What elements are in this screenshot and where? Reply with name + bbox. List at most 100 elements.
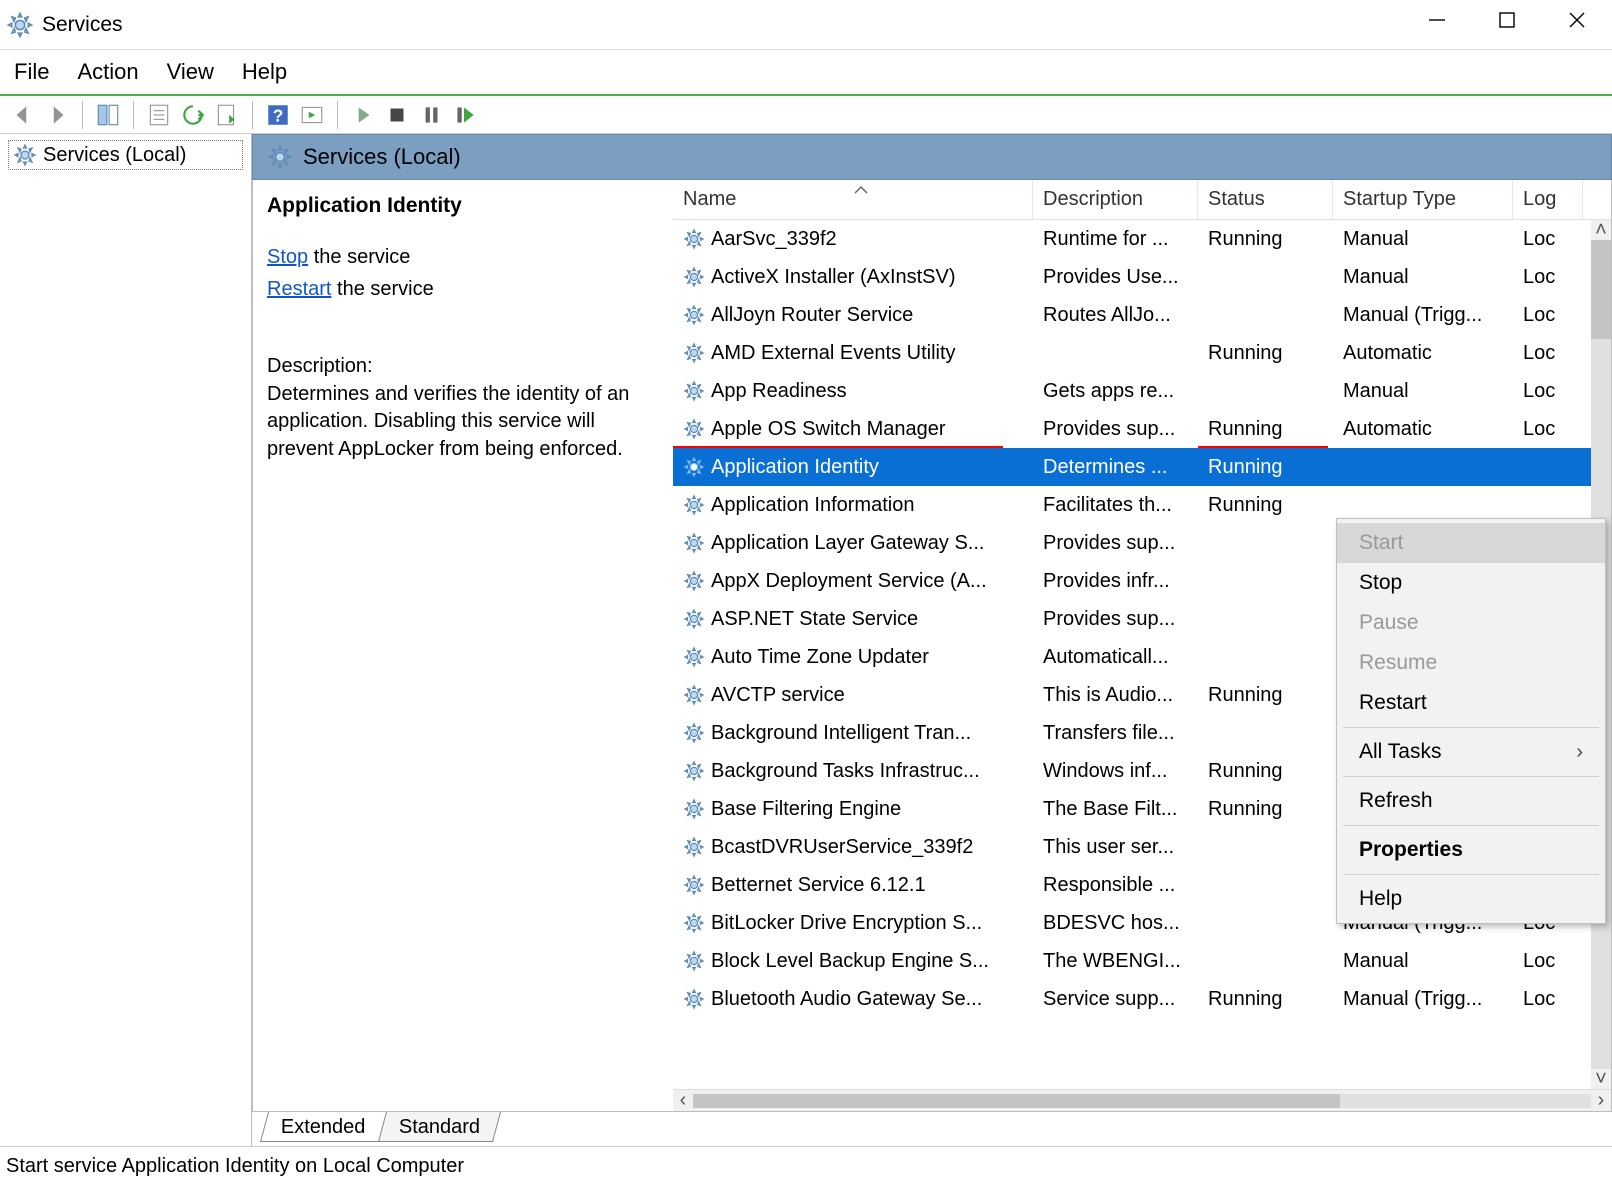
tab-extended[interactable]: Extended — [260, 1112, 387, 1142]
horizontal-scrollbar[interactable]: ‹ › — [673, 1089, 1611, 1111]
table-row[interactable]: Bluetooth Audio Gateway Se...Service sup… — [673, 980, 1591, 1018]
service-name-cell: BitLocker Drive Encryption S... — [711, 912, 982, 935]
help-button[interactable]: ? — [263, 100, 293, 130]
scroll-thumb[interactable] — [693, 1094, 1340, 1108]
svg-text:?: ? — [273, 105, 284, 125]
service-desc-cell: The Base Filt... — [1033, 798, 1198, 821]
close-button[interactable] — [1542, 0, 1612, 40]
properties-button[interactable] — [144, 100, 174, 130]
gear-icon — [683, 456, 705, 478]
service-status-cell: Running — [1198, 418, 1333, 441]
context-menu-help[interactable]: Help — [1337, 879, 1605, 919]
start-service-button[interactable] — [348, 100, 378, 130]
service-name-cell: Background Intelligent Tran... — [711, 722, 971, 745]
restart-service-button[interactable] — [450, 100, 480, 130]
stop-service-link[interactable]: Stop — [267, 246, 308, 268]
content-header-title: Services (Local) — [303, 144, 461, 170]
service-name-cell: Auto Time Zone Updater — [711, 646, 929, 669]
scroll-up-icon[interactable]: ˄ — [1591, 220, 1611, 240]
sort-indicator-icon — [853, 180, 869, 188]
service-name-cell: Block Level Backup Engine S... — [711, 950, 989, 973]
service-logon-cell: Loc — [1513, 342, 1583, 365]
service-logon-cell: Loc — [1513, 380, 1583, 403]
context-menu-separator — [1343, 727, 1599, 728]
service-name-cell: Base Filtering Engine — [711, 798, 901, 821]
column-header-status[interactable]: Status — [1198, 180, 1333, 219]
service-desc-cell: Gets apps re... — [1033, 380, 1198, 403]
maximize-button[interactable] — [1472, 0, 1542, 40]
selected-service-name: Application Identity — [267, 194, 661, 218]
context-menu-separator — [1343, 776, 1599, 777]
service-desc-cell: BDESVC hos... — [1033, 912, 1198, 935]
detail-pane: Application Identity Stop the service Re… — [253, 180, 673, 1111]
gear-icon — [683, 950, 705, 972]
context-menu-all-tasks[interactable]: All Tasks — [1337, 732, 1605, 772]
menu-help[interactable]: Help — [242, 59, 287, 85]
service-name-cell: ActiveX Installer (AxInstSV) — [711, 266, 956, 289]
tree-node-services-local[interactable]: Services (Local) — [8, 140, 243, 170]
service-logon-cell: Loc — [1513, 988, 1583, 1011]
service-desc-cell: Provides sup... — [1033, 608, 1198, 631]
service-name-cell: Application Information — [711, 494, 914, 517]
pause-service-button[interactable] — [416, 100, 446, 130]
table-row[interactable]: Apple OS Switch ManagerProvides sup...Ru… — [673, 410, 1591, 448]
context-menu-separator — [1343, 825, 1599, 826]
menu-file[interactable]: File — [14, 59, 49, 85]
service-status-cell: Running — [1198, 760, 1333, 783]
stop-service-button[interactable] — [382, 100, 412, 130]
table-row[interactable]: Application IdentityDetermines ...Runnin… — [673, 448, 1591, 486]
table-row[interactable]: AarSvc_339f2Runtime for ...RunningManual… — [673, 220, 1591, 258]
scroll-left-icon[interactable]: ‹ — [673, 1089, 693, 1111]
minimize-button[interactable] — [1402, 0, 1472, 40]
table-row[interactable]: ActiveX Installer (AxInstSV) Provides Use… — [673, 258, 1591, 296]
scroll-thumb[interactable] — [1591, 240, 1611, 339]
service-name-cell: BcastDVRUserService_339f2 — [711, 836, 973, 859]
table-row[interactable]: AMD External Events UtilityRunningAutoma… — [673, 334, 1591, 372]
gear-icon — [683, 380, 705, 402]
menu-action[interactable]: Action — [77, 59, 138, 85]
table-row[interactable]: Block Level Backup Engine S...The WBENGI… — [673, 942, 1591, 980]
gear-icon — [683, 646, 705, 668]
service-name-cell: AMD External Events Utility — [711, 342, 956, 365]
menu-view[interactable]: View — [167, 59, 214, 85]
context-menu-resume: Resume — [1337, 643, 1605, 683]
service-logon-cell: Loc — [1513, 418, 1583, 441]
gear-icon — [683, 684, 705, 706]
service-logon-cell: Loc — [1513, 228, 1583, 251]
column-header-startup[interactable]: Startup Type — [1333, 180, 1513, 219]
gear-icon — [683, 874, 705, 896]
scroll-right-icon[interactable]: › — [1591, 1089, 1611, 1111]
status-text: Start service Application Identity on Lo… — [6, 1155, 464, 1178]
restart-service-link[interactable]: Restart — [267, 278, 331, 300]
table-row[interactable]: App ReadinessGets apps re...ManualLoc — [673, 372, 1591, 410]
service-startup-cell: Manual — [1333, 950, 1513, 973]
show-hide-action-button[interactable] — [297, 100, 327, 130]
tab-standard[interactable]: Standard — [377, 1112, 500, 1142]
context-menu-restart[interactable]: Restart — [1337, 683, 1605, 723]
context-menu-stop[interactable]: Stop — [1337, 563, 1605, 603]
export-list-button[interactable] — [212, 100, 242, 130]
service-startup-cell: Manual — [1333, 380, 1513, 403]
context-menu-properties[interactable]: Properties — [1337, 830, 1605, 870]
service-logon-cell: Loc — [1513, 304, 1583, 327]
back-button[interactable] — [8, 100, 38, 130]
scroll-down-icon[interactable]: ˅ — [1591, 1069, 1611, 1089]
context-menu-refresh[interactable]: Refresh — [1337, 781, 1605, 821]
app-gear-icon — [6, 11, 34, 39]
table-row[interactable]: AllJoyn Router ServiceRoutes AllJo...Man… — [673, 296, 1591, 334]
show-hide-tree-button[interactable] — [93, 100, 123, 130]
title-bar: Services — [0, 0, 1612, 50]
service-status-cell: Running — [1198, 494, 1333, 517]
gear-icon — [683, 532, 705, 554]
service-status-cell: Running — [1198, 684, 1333, 707]
gear-icon — [683, 988, 705, 1010]
forward-button[interactable] — [42, 100, 72, 130]
service-desc-cell: Provides Use... — [1033, 266, 1198, 289]
table-header-row: Name Description Status Startup Type Log — [673, 180, 1611, 220]
refresh-button[interactable] — [178, 100, 208, 130]
column-header-description[interactable]: Description — [1033, 180, 1198, 219]
column-header-logon[interactable]: Log — [1513, 180, 1583, 219]
service-desc-cell: Service supp... — [1033, 988, 1198, 1011]
service-name-cell: AllJoyn Router Service — [711, 304, 913, 327]
gear-icon — [267, 144, 293, 170]
